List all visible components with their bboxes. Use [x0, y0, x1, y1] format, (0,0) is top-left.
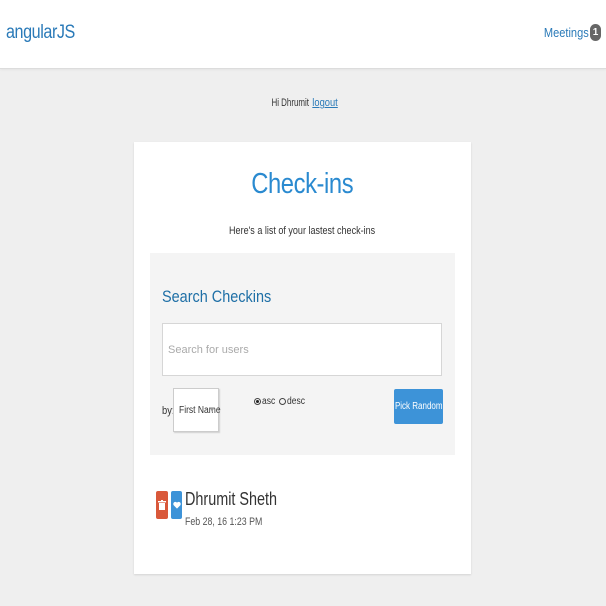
- search-heading: Search Checkins: [162, 287, 272, 306]
- page-title: Check-ins: [251, 168, 354, 200]
- brand-logo[interactable]: angularJS: [6, 22, 75, 44]
- navbar: angularJS Meetings 1: [0, 0, 606, 69]
- checkin-date: Feb 28, 16 1:23 PM: [185, 516, 263, 528]
- sort-order-group: asc desc: [254, 396, 309, 407]
- greeting-text: Hi Dhrumit: [271, 97, 310, 109]
- checkin-item: Dhrumit Sheth Feb 28, 16 1:23 PM: [156, 487, 456, 532]
- nav-meetings-link[interactable]: Meetings: [544, 25, 589, 40]
- checkins-card: Check-ins Here's a list of your lastest …: [134, 142, 471, 574]
- checkin-name: Dhrumit Sheth: [185, 489, 278, 509]
- order-desc-label: desc: [286, 396, 305, 407]
- delete-checkin-button[interactable]: [156, 491, 168, 519]
- order-asc-radio[interactable]: [254, 398, 261, 405]
- meetings-count-badge: 1: [590, 24, 601, 41]
- page-subtitle: Here's a list of your lastest check-ins: [229, 225, 376, 237]
- pick-random-button[interactable]: Pick Random: [394, 389, 443, 424]
- sort-field-select[interactable]: First Name ▼: [173, 388, 221, 432]
- pick-random-label: Pick Random: [395, 401, 443, 412]
- order-asc-label: asc: [262, 396, 276, 407]
- favorite-checkin-button[interactable]: [171, 491, 182, 519]
- order-desc-radio[interactable]: [278, 398, 286, 405]
- search-panel: Search Checkins by: First Name ▼ asc des…: [150, 253, 455, 455]
- heart-icon: [172, 501, 181, 509]
- logout-link[interactable]: logout: [312, 97, 337, 109]
- trash-icon: [158, 500, 166, 510]
- search-input[interactable]: [162, 323, 442, 376]
- chevron-down-icon: ▼: [208, 405, 216, 414]
- nav-right: Meetings 1: [536, 24, 601, 41]
- greeting: Hi Dhrumit logout: [0, 97, 606, 109]
